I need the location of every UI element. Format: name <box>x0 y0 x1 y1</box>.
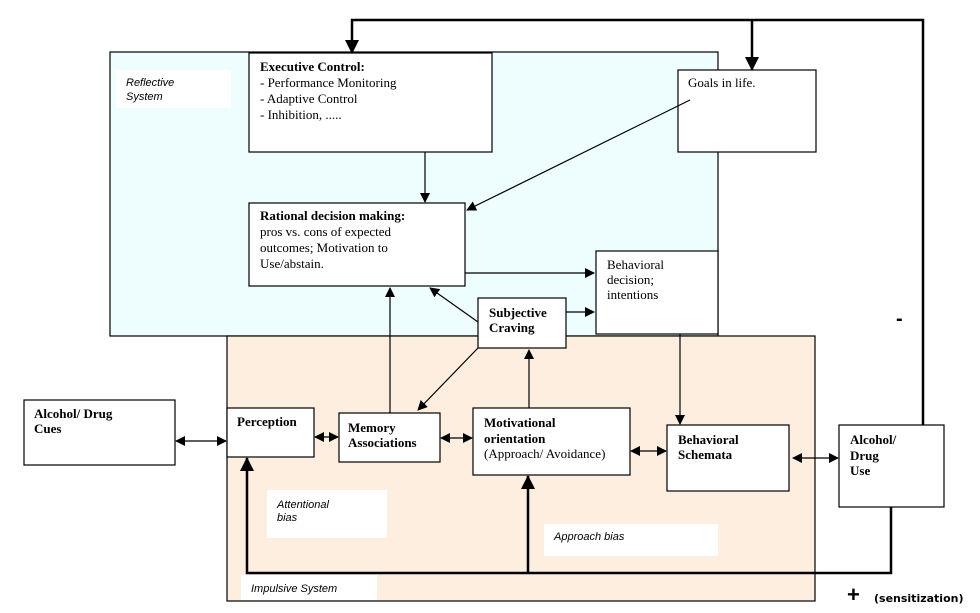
schemata-line: Behavioral <box>678 432 739 447</box>
approach-bias-label: Approach bias <box>553 531 625 543</box>
craving-line: Subjective <box>489 305 547 320</box>
memory-line: Memory <box>348 420 396 435</box>
cues-line: Cues <box>34 421 61 436</box>
attentional-bias-1: Attentional <box>276 499 330 511</box>
motivational-orientation-node: Motivational orientation (Approach/ Avoi… <box>472 407 631 476</box>
plus-sign: + <box>847 582 860 607</box>
executive-title: Executive Control: <box>260 59 365 74</box>
rational-decision-node: Rational decision making: pros vs. cons … <box>248 202 466 287</box>
behavioral-schemata-node: Behavioral Schemata <box>666 424 790 492</box>
rational-line: Use/abstain. <box>260 256 324 271</box>
dual-process-diagram: Reflective System Attentional bias Appro… <box>23 18 963 607</box>
use-line: Drug <box>850 448 879 463</box>
attentional-bias-2: bias <box>277 512 298 524</box>
alcohol-drug-cues-node: Alcohol/ Drug Cues <box>23 399 176 466</box>
subjective-craving-node: Subjective Craving <box>477 297 567 349</box>
memory-line: Associations <box>348 435 417 450</box>
goals-node: Goals in life. <box>677 69 817 153</box>
behavioral-decision-node: Behavioral decision; intentions <box>595 250 719 335</box>
cues-line: Alcohol/ Drug <box>34 406 113 421</box>
executive-line: - Performance Monitoring <box>260 75 397 90</box>
impulsive-label: Impulsive System <box>251 583 337 595</box>
motivational-line: Motivational <box>484 415 556 430</box>
behavioral-decision-line: intentions <box>607 287 658 302</box>
minus-sign: - <box>896 308 903 330</box>
reflective-label-1: Reflective <box>126 77 174 89</box>
reflective-label-2: System <box>126 91 163 103</box>
alcohol-drug-use-node: Alcohol/ Drug Use <box>838 424 945 508</box>
perception-label: Perception <box>237 414 297 429</box>
memory-associations-node: Memory Associations <box>338 412 441 463</box>
behavioral-decision-line: decision; <box>607 272 654 287</box>
schemata-line: Schemata <box>678 447 733 462</box>
executive-control-node: Executive Control: - Performance Monitor… <box>248 52 493 153</box>
rational-title: Rational decision making: <box>260 208 405 223</box>
behavioral-decision-line: Behavioral <box>607 257 664 272</box>
use-line: Use <box>850 463 870 478</box>
perception-node: Perception <box>226 407 315 458</box>
use-line: Alcohol/ <box>850 432 897 447</box>
sensitization-label: (sensitization) <box>874 592 963 605</box>
executive-line: - Adaptive Control <box>260 91 358 106</box>
motivational-line: orientation <box>484 431 546 446</box>
motivational-sub: (Approach/ Avoidance) <box>484 446 605 461</box>
rational-line: pros vs. cons of expected <box>260 224 392 239</box>
executive-line: - Inhibition, ..... <box>260 107 342 122</box>
goals-title: Goals in life. <box>688 75 756 90</box>
rational-line: outcomes; Motivation to <box>260 240 388 255</box>
craving-line: Craving <box>489 320 535 335</box>
